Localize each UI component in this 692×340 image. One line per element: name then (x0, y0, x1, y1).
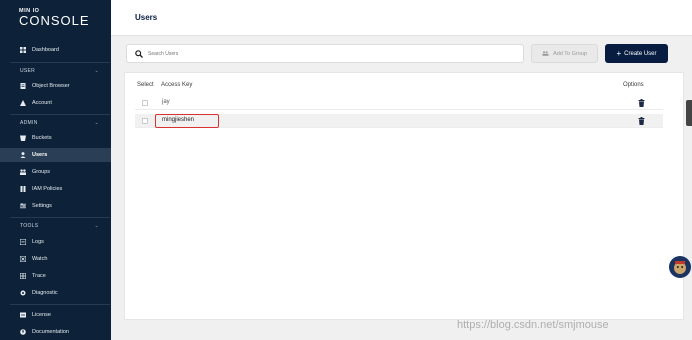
page-title: Users (135, 13, 158, 22)
add-to-group-button[interactable]: Add To Group (531, 44, 598, 63)
sidebar-item-label: Object Browser (32, 83, 70, 89)
sidebar-item-label: Trace (32, 273, 46, 279)
chevron-down-icon: ⌄ (94, 68, 99, 74)
section-admin[interactable]: ADMIN ⌄ (0, 117, 111, 129)
settings-icon (20, 203, 26, 209)
chevron-down-icon: ⌄ (94, 120, 99, 126)
sidebar-item-label: Groups (32, 169, 51, 175)
diagnostic-icon (20, 290, 26, 296)
annotation-highlight-box (155, 114, 219, 128)
sidebar-divider (10, 217, 110, 218)
search-icon (135, 49, 143, 58)
sidebar: MIN IO CONSOLE Dashboard USER ⌄ Object B… (0, 0, 111, 340)
logs-icon (20, 239, 26, 245)
sidebar-item-groups[interactable]: Groups (0, 165, 111, 179)
sidebar-item-label: Dashboard (32, 47, 59, 53)
page-header: Users (111, 0, 692, 36)
search-box[interactable] (126, 44, 524, 63)
column-header-access-key: Access Key (161, 82, 193, 88)
sidebar-item-diagnostic[interactable]: Diagnostic (0, 286, 111, 300)
license-icon (20, 312, 26, 318)
sidebar-item-label: Account (32, 100, 52, 106)
sidebar-item-label: IAM Policies (32, 186, 63, 192)
row-checkbox[interactable] (142, 100, 148, 106)
policy-icon (20, 186, 26, 192)
watermark-text: https://blog.csdn.net/smjmouse (457, 319, 609, 331)
minio-logo[interactable]: MIN IO CONSOLE (19, 8, 90, 28)
add-to-group-label: Add To Group (553, 50, 587, 57)
object-browser-icon (20, 83, 26, 89)
create-user-label: Create User (624, 50, 657, 57)
column-header-select: Select (137, 82, 154, 88)
section-admin-label: ADMIN (20, 120, 38, 126)
sidebar-item-documentation[interactable]: Documentation (0, 325, 111, 339)
sidebar-item-label: Logs (32, 239, 44, 245)
sidebar-item-license[interactable]: License (0, 308, 111, 322)
bucket-icon (20, 135, 26, 141)
sidebar-item-users[interactable]: Users (0, 148, 111, 162)
user-icon (20, 152, 26, 158)
trash-icon[interactable] (638, 99, 645, 107)
sidebar-item-label: License (32, 312, 51, 318)
search-input[interactable] (148, 50, 448, 57)
sidebar-item-label: Watch (32, 256, 48, 262)
create-user-button[interactable]: + Create User (605, 44, 668, 63)
floating-assistant-avatar[interactable] (669, 256, 691, 278)
groups-icon (20, 169, 26, 175)
row-checkbox[interactable] (142, 118, 148, 124)
sidebar-item-iam-policies[interactable]: IAM Policies (0, 182, 111, 196)
watch-icon (20, 256, 26, 262)
trace-icon (20, 273, 26, 279)
mascot-icon (674, 261, 686, 274)
sidebar-item-trace[interactable]: Trace (0, 269, 111, 283)
sidebar-item-account[interactable]: Account (0, 96, 111, 110)
section-tools[interactable]: TOOLS ⌄ (0, 220, 111, 232)
sidebar-item-label: Settings (32, 203, 52, 209)
sidebar-item-settings[interactable]: Settings (0, 199, 111, 213)
section-tools-label: TOOLS (20, 223, 39, 229)
sidebar-item-label: Documentation (32, 329, 69, 335)
section-user-label: USER (20, 68, 36, 74)
chevron-down-icon: ⌄ (94, 223, 99, 229)
group-add-icon (542, 51, 549, 56)
sidebar-item-logs[interactable]: Logs (0, 235, 111, 249)
dashboard-icon (20, 47, 26, 53)
sidebar-item-label: Diagnostic (32, 290, 58, 296)
sidebar-item-label: Buckets (32, 135, 52, 141)
side-scroll-tab[interactable] (686, 100, 692, 126)
account-icon (20, 100, 26, 106)
sidebar-item-label: Users (32, 152, 48, 158)
column-header-options: Options (623, 82, 644, 88)
sidebar-item-watch[interactable]: Watch (0, 252, 111, 266)
sidebar-item-dashboard[interactable]: Dashboard (0, 43, 111, 57)
users-table: Select Access Key Options jay mingjieshe… (124, 72, 684, 320)
sidebar-divider (10, 114, 110, 115)
sidebar-item-object-browser[interactable]: Object Browser (0, 79, 111, 93)
table-row[interactable]: jay (135, 96, 663, 110)
section-user[interactable]: USER ⌄ (0, 65, 111, 77)
sidebar-item-buckets[interactable]: Buckets (0, 131, 111, 145)
logo-main-text: CONSOLE (19, 13, 90, 28)
access-key-cell: jay (162, 99, 170, 105)
sidebar-divider (10, 62, 110, 63)
plus-icon: + (616, 48, 622, 58)
trash-icon[interactable] (638, 117, 645, 125)
sidebar-divider (10, 304, 110, 305)
documentation-icon (20, 329, 26, 335)
